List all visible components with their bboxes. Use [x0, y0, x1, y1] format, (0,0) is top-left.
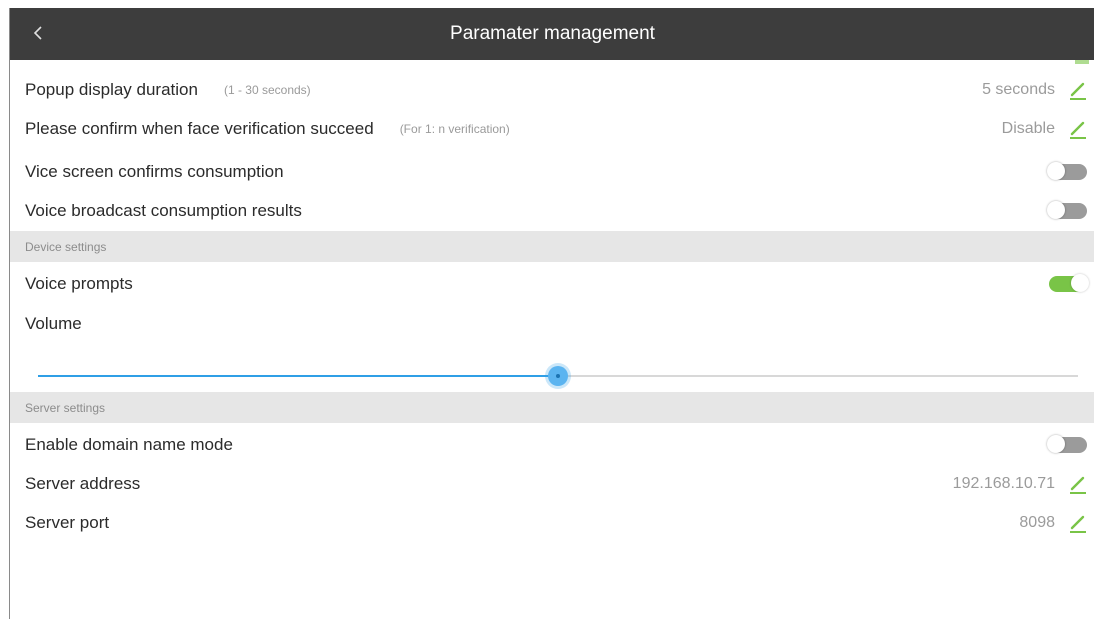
popup-duration-hint: (1 - 30 seconds): [223, 83, 311, 97]
server-address-value: 192.168.10.71: [952, 475, 1055, 492]
server-address-row[interactable]: Server address 192.168.10.71: [10, 465, 1094, 503]
toggle-knob: [1047, 201, 1065, 219]
server-port-row[interactable]: Server port 8098: [10, 504, 1094, 542]
device-settings-title: Device settings: [25, 239, 107, 254]
popup-duration-value: 5 seconds: [982, 81, 1055, 98]
server-address-label: Server address: [25, 474, 141, 493]
voice-broadcast-row: Voice broadcast consumption results: [10, 192, 1094, 230]
face-confirm-label: Please confirm when face verification su…: [25, 119, 374, 138]
toggle-knob: [1071, 274, 1089, 292]
server-settings-title: Server settings: [25, 400, 106, 415]
voice-broadcast-label: Voice broadcast consumption results: [25, 201, 302, 220]
vice-screen-toggle[interactable]: [1047, 162, 1087, 180]
face-confirm-hint: (For 1: n verification): [399, 122, 510, 136]
domain-mode-row: Enable domain name mode: [10, 426, 1094, 464]
popup-duration-row[interactable]: Popup display duration (1 - 30 seconds) …: [10, 71, 1094, 109]
vice-screen-label: Vice screen confirms consumption: [25, 162, 284, 181]
slider-thumb[interactable]: [548, 366, 568, 386]
server-port-label: Server port: [25, 513, 110, 532]
volume-slider[interactable]: [38, 366, 1078, 386]
voice-prompts-label: Voice prompts: [25, 274, 133, 293]
server-port-value: 8098: [1019, 514, 1055, 531]
server-settings-header: Server settings: [10, 392, 1094, 423]
face-confirm-value: Disable: [1001, 120, 1055, 137]
popup-duration-label: Popup display duration: [25, 80, 198, 99]
domain-mode-label: Enable domain name mode: [25, 435, 233, 454]
settings-screen: Paramater management Popup display durat…: [9, 8, 1094, 619]
voice-prompts-toggle[interactable]: [1049, 274, 1089, 292]
pencil-icon[interactable]: [1067, 118, 1089, 140]
domain-mode-toggle[interactable]: [1047, 435, 1087, 453]
face-confirm-row[interactable]: Please confirm when face verification su…: [10, 110, 1094, 148]
toggle-knob: [1047, 435, 1065, 453]
toggle-knob: [1047, 162, 1065, 180]
pencil-icon[interactable]: [1067, 79, 1089, 101]
pencil-icon[interactable]: [1067, 512, 1089, 534]
scrolled-row-edge: [1075, 60, 1089, 64]
voice-broadcast-toggle[interactable]: [1047, 201, 1087, 219]
volume-row: Volume: [10, 305, 1094, 343]
device-settings-header: Device settings: [10, 231, 1094, 262]
volume-label: Volume: [25, 314, 82, 333]
vice-screen-row: Vice screen confirms consumption: [10, 153, 1094, 191]
voice-prompts-row: Voice prompts: [10, 265, 1094, 303]
slider-fill: [38, 375, 558, 377]
page-title: Paramater management: [450, 23, 655, 44]
top-bar: Paramater management: [10, 8, 1094, 60]
pencil-icon[interactable]: [1067, 473, 1089, 495]
